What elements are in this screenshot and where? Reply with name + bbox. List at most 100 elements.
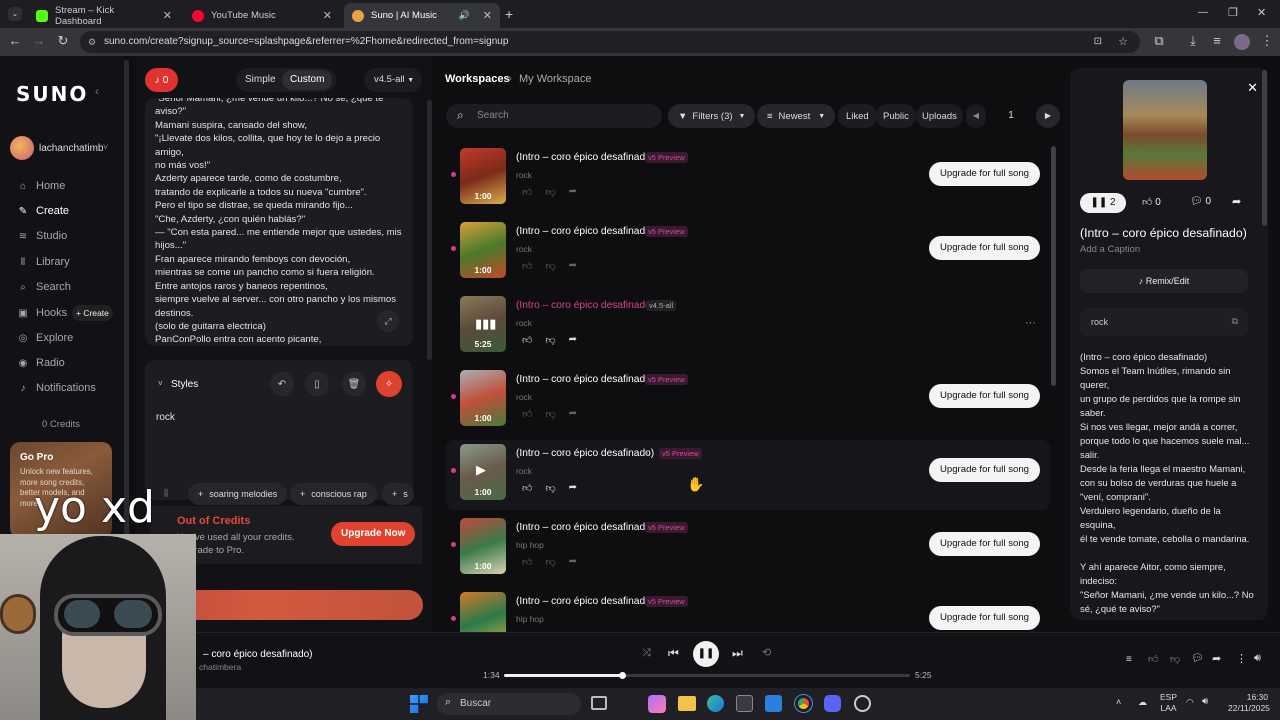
song-title[interactable]: (Intro – coro épico desafinado) — [516, 522, 654, 533]
queue-icon[interactable]: ≡ — [1126, 654, 1132, 665]
trash-icon[interactable]: 🗑 — [342, 372, 366, 396]
copy-icon[interactable]: ⧉ — [1232, 316, 1238, 327]
song-title[interactable]: (Intro – coro épico desafinado) — [516, 152, 654, 163]
song-title[interactable]: (Intro – coro épico desafinado) — [516, 596, 654, 607]
share-icon[interactable]: ➦ — [569, 408, 577, 420]
expand-icon[interactable]: ⤢ — [377, 310, 399, 332]
thumbs-up-icon[interactable]: 👍︎ — [522, 260, 532, 272]
song-thumbnail[interactable]: 1:00 — [460, 222, 506, 278]
task-view-icon[interactable] — [591, 696, 607, 710]
url-field[interactable]: ⚙ suno.com/create?signup_source=splashpa… — [80, 31, 1140, 53]
bookmark-icon[interactable]: ▯ — [305, 372, 329, 396]
song-row[interactable]: ▶ 1:00 (Intro – coro épico desafinado) ✎ v5 … — [446, 440, 1050, 510]
close-icon[interactable]: ✕ — [163, 9, 172, 22]
tab-search-icon[interactable]: ⌄ — [8, 7, 22, 21]
close-icon[interactable]: ✕ — [323, 9, 332, 22]
song-title[interactable]: (Intro – coro épico desafinado) — [516, 374, 654, 385]
thumbs-up-icon[interactable]: 👍︎ — [522, 334, 532, 346]
credits-badge[interactable]: ♪ 0 — [145, 68, 178, 92]
share-icon[interactable]: ➦ — [569, 186, 577, 198]
styles-input[interactable]: rock — [156, 412, 175, 423]
suno-logo[interactable]: SUNO — [16, 82, 88, 106]
download-icon[interactable]: ⤓ — [1184, 33, 1202, 49]
speaker-icon[interactable]: 🔊 — [459, 10, 470, 21]
caption-input[interactable]: Add a Caption — [1080, 244, 1140, 255]
share-icon[interactable]: ➦ — [569, 334, 577, 346]
language-indicator[interactable]: ESP LAA — [1160, 692, 1177, 714]
tray-chevron-icon[interactable]: ˄ — [1116, 697, 1121, 707]
thumbs-down-icon[interactable]: 👎︎ — [1170, 653, 1180, 665]
thumbs-up-icon[interactable]: 👍︎ — [522, 186, 532, 198]
tab-suno[interactable]: Suno | AI Music 🔊 ✕ — [344, 3, 500, 28]
share-icon[interactable]: ➦ — [1232, 195, 1241, 208]
song-title[interactable]: (Intro – coro épico desafinado) — [516, 448, 654, 459]
song-title[interactable]: (Intro – coro épico desafinado) — [516, 300, 654, 311]
play-count-button[interactable]: ❚❚ 2 — [1080, 193, 1126, 213]
chrome-icon[interactable] — [794, 694, 813, 713]
suggestion-pill[interactable]: + soaring melodies — [188, 483, 288, 505]
taskbar-search[interactable]: ⌕ Buscar — [437, 693, 581, 715]
site-info-icon[interactable]: ⚙ — [88, 31, 96, 53]
tab-youtube-music[interactable]: YouTube Music ✕ — [184, 3, 340, 28]
like-button[interactable]: 👍︎ 0 — [1142, 196, 1161, 208]
repeat-icon[interactable]: ⟲ — [762, 646, 771, 659]
song-row[interactable]: 1:00 (Intro – coro épico desafinado)v5 Pr… — [446, 144, 1050, 214]
progress-bar[interactable] — [504, 672, 910, 679]
upgrade-full-song-button[interactable]: Upgrade for full song — [928, 606, 1040, 630]
previous-icon[interactable]: ⏮ — [668, 646, 679, 661]
breadcrumb-workspaces[interactable]: Workspaces — [445, 73, 510, 85]
upgrade-full-song-button[interactable]: Upgrade for full song — [928, 458, 1040, 482]
share-icon[interactable]: ➦ — [569, 260, 577, 272]
reading-list-icon[interactable]: ≡ — [1208, 33, 1226, 48]
upgrade-full-song-button[interactable]: Upgrade for full song — [928, 236, 1040, 260]
file-explorer-icon[interactable] — [678, 696, 696, 711]
sidebar-item-search[interactable]: ⌕ Search — [18, 281, 71, 293]
song-genre[interactable]: rock — [516, 318, 532, 328]
extensions-icon[interactable]: ⧉ — [1150, 33, 1168, 49]
collapse-sidebar-icon[interactable]: ‹ — [95, 84, 99, 98]
sort-button[interactable]: ≡ Newest ▼ — [757, 104, 836, 128]
comment-icon[interactable]: 💬︎ — [1191, 653, 1204, 664]
suggestion-pill[interactable]: + s — [382, 483, 414, 505]
edit-pencil-icon[interactable]: ✎ — [642, 448, 650, 459]
discord-icon[interactable] — [824, 695, 841, 712]
profile-avatar[interactable] — [1234, 34, 1250, 50]
next-page-icon[interactable]: ▶ — [1036, 104, 1060, 128]
create-scrollbar[interactable] — [427, 100, 432, 360]
liked-filter[interactable]: Liked — [838, 104, 877, 128]
store-icon[interactable] — [736, 695, 753, 712]
new-tab-icon[interactable]: + — [505, 6, 513, 22]
sidebar-item-home[interactable]: ⌂ Home — [18, 180, 65, 192]
detail-scrollbar[interactable] — [1262, 70, 1267, 226]
search-input[interactable]: ⌕ Search — [446, 104, 662, 128]
reload-icon[interactable]: ↻ — [54, 33, 72, 49]
progress-handle[interactable] — [618, 672, 626, 679]
more-icon[interactable]: ⋯ — [1025, 316, 1036, 329]
lyrics-textarea[interactable]: "Señor Mamani, ¿me vende un kilo...? No … — [145, 98, 413, 346]
windows-start-icon[interactable] — [410, 695, 428, 713]
public-filter[interactable]: Public — [876, 104, 916, 128]
style-tags-icon[interactable]: ⫼ — [164, 488, 168, 499]
upgrade-full-song-button[interactable]: Upgrade for full song — [928, 384, 1040, 408]
mode-custom-button[interactable]: Custom — [282, 70, 333, 90]
app-icon[interactable] — [648, 695, 666, 713]
thumbs-down-icon[interactable]: 👎︎ — [545, 186, 555, 198]
list-scrollbar[interactable] — [1051, 146, 1056, 386]
song-genre[interactable]: rock — [516, 466, 532, 476]
player-song-title[interactable]: – coro épico desafinado) — [203, 649, 313, 660]
upgrade-full-song-button[interactable]: Upgrade for full song — [928, 162, 1040, 186]
song-row[interactable]: 1:00 (Intro – coro épico desafinado)v5 Pr… — [446, 514, 1050, 584]
play-icon[interactable]: ▶ — [476, 462, 486, 478]
shuffle-icon[interactable]: ⤨ — [642, 647, 651, 660]
sidebar-item-notifications[interactable]: ♪ Notifications — [18, 382, 96, 394]
song-thumbnail[interactable]: 1:00 — [460, 518, 506, 574]
thumbs-down-icon[interactable]: 👎︎ — [545, 408, 555, 420]
more-icon[interactable]: ⋮ — [1236, 652, 1247, 665]
thumbs-up-icon[interactable]: 👍︎ — [522, 556, 532, 568]
page-number[interactable]: 1 — [998, 104, 1024, 128]
next-icon[interactable]: ⏭ — [732, 646, 743, 661]
minimize-icon[interactable]: — — [1198, 7, 1208, 18]
upgrade-now-button[interactable]: Upgrade Now — [331, 522, 416, 546]
pause-button[interactable]: ❚❚ — [693, 641, 719, 667]
forward-icon[interactable]: → — [30, 33, 48, 48]
